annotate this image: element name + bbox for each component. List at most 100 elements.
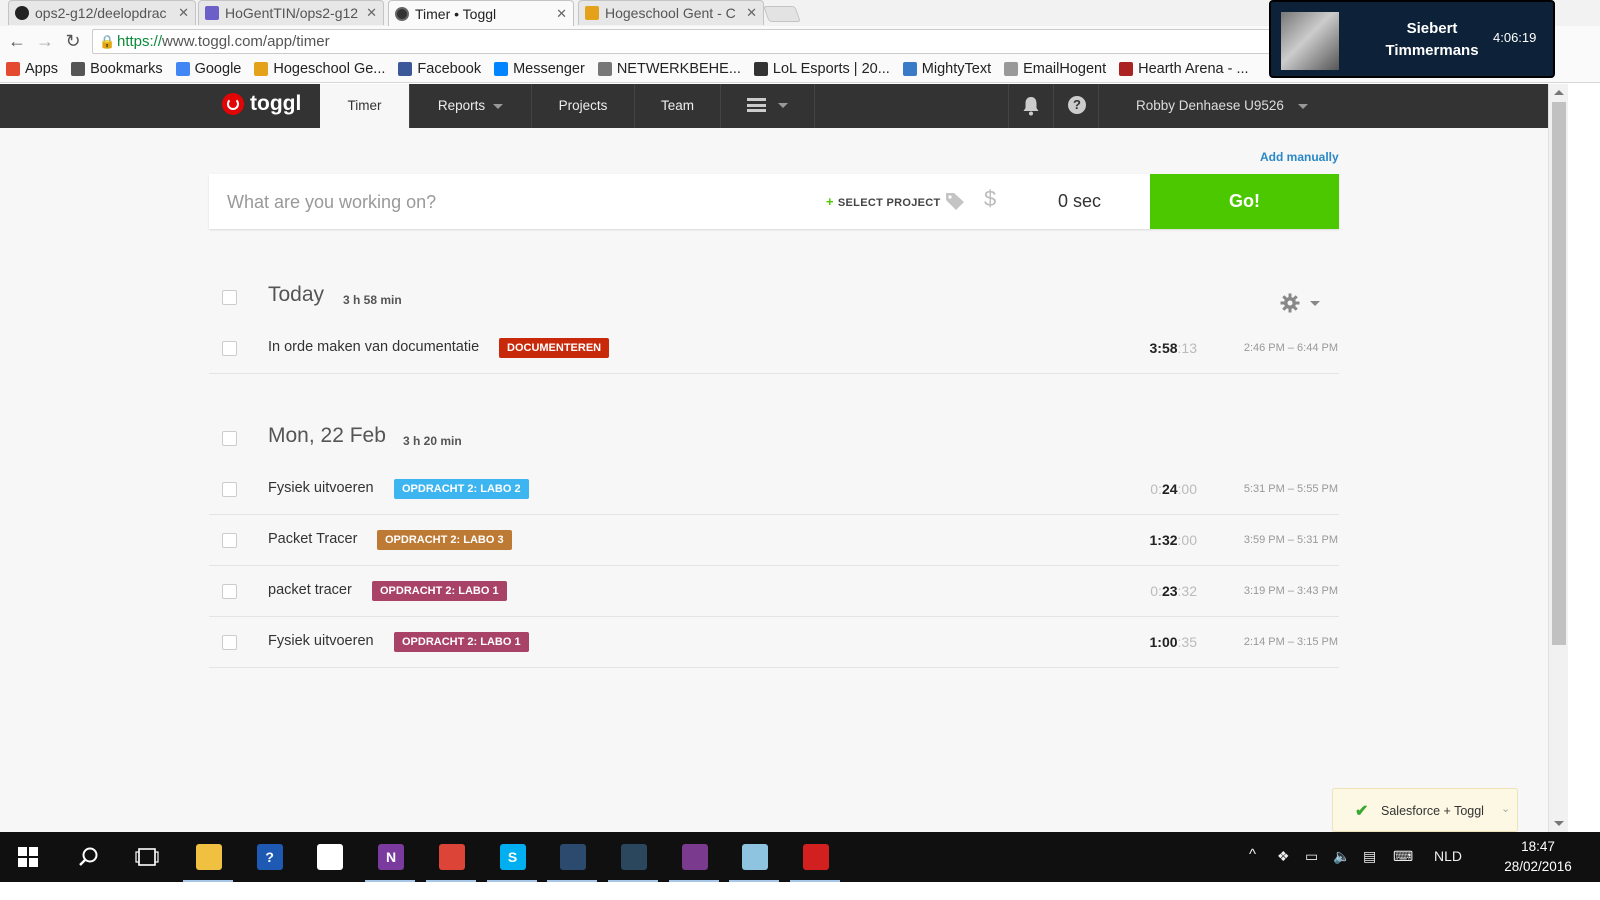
user-menu[interactable]: Robby Denhaese U9526 — [1136, 84, 1308, 128]
select-project-button[interactable]: + SELECT PROJECT — [826, 194, 941, 209]
nav-projects[interactable]: Projects — [531, 84, 634, 128]
windows-start-button[interactable] — [18, 847, 38, 867]
taskbar-app[interactable] — [423, 832, 479, 882]
browser-tab[interactable]: HoGentTIN/ops2-g12 ✕ — [198, 0, 384, 25]
language-indicator[interactable]: NLD — [1434, 848, 1462, 864]
group-checkbox[interactable] — [222, 431, 237, 446]
entry-description[interactable]: Fysiek uitvoeren — [268, 633, 374, 649]
time-entry-row[interactable]: packet tracer OPDRACHT 2: LABO 1 0:23:32 3:… — [209, 566, 1339, 617]
entry-description[interactable]: In orde maken van documentatie — [268, 339, 479, 355]
close-tab-icon[interactable]: ✕ — [556, 6, 567, 22]
back-arrow-icon[interactable]: ← — [6, 30, 28, 52]
entry-time-range[interactable]: 2:46 PM – 6:44 PM — [1244, 342, 1338, 354]
bookmark-item[interactable]: Hogeschool Ge... — [254, 61, 385, 77]
taskbar-app[interactable] — [605, 832, 661, 882]
entry-time-range[interactable]: 3:19 PM – 3:43 PM — [1244, 585, 1338, 597]
bookmark-item[interactable]: Messenger — [494, 61, 585, 77]
list-settings-button[interactable] — [1280, 292, 1320, 319]
entry-time-range[interactable]: 2:14 PM – 3:15 PM — [1244, 636, 1338, 648]
entry-description[interactable]: Packet Tracer — [268, 531, 357, 547]
tag-icon[interactable] — [943, 189, 967, 213]
forward-arrow-icon[interactable]: → — [34, 30, 56, 52]
nav-timer[interactable]: Timer — [320, 84, 409, 128]
bookmark-item[interactable]: LoL Esports | 20... — [753, 61, 890, 77]
chevron-up-icon[interactable]: ^ — [1249, 846, 1256, 863]
taskbar-app[interactable] — [726, 832, 782, 882]
taskbar-clock[interactable]: 18:47 28/02/2016 — [1498, 837, 1578, 877]
taskbar-app[interactable] — [544, 832, 600, 882]
taskbar-app[interactable] — [301, 832, 357, 882]
entry-checkbox[interactable] — [222, 584, 237, 599]
bookmark-item[interactable]: MightyText — [902, 61, 991, 77]
add-manually-link[interactable]: Add manually — [1260, 150, 1339, 164]
time-entry-row[interactable]: Packet Tracer OPDRACHT 2: LABO 3 1:32:00 3:… — [209, 515, 1339, 566]
bookmark-item[interactable]: Hearth Arena - ... — [1119, 61, 1249, 77]
entry-duration[interactable]: 1:32:00 — [1150, 532, 1198, 548]
nav-reports[interactable]: Reports — [409, 84, 531, 128]
scroll-up-icon[interactable] — [1554, 90, 1564, 95]
browser-tab[interactable]: ops2-g12/deelopdrac ✕ — [8, 0, 196, 25]
description-input[interactable] — [227, 189, 787, 215]
entry-checkbox[interactable] — [222, 341, 237, 356]
time-entry-row[interactable]: Fysiek uitvoeren OPDRACHT 2: LABO 1 1:00:3… — [209, 617, 1339, 668]
taskbar-app[interactable] — [180, 832, 236, 882]
entry-duration[interactable]: 3:58:13 — [1150, 340, 1198, 356]
notifications-button[interactable] — [1008, 84, 1053, 128]
entry-time-range[interactable]: 5:31 PM – 5:55 PM — [1244, 483, 1338, 495]
entry-checkbox[interactable] — [222, 635, 237, 650]
toggl-logo[interactable]: toggl — [222, 92, 301, 116]
dropbox-icon[interactable]: ❖ — [1277, 848, 1290, 865]
search-icon[interactable] — [78, 846, 100, 868]
help-button[interactable]: ? — [1053, 84, 1099, 128]
action-center-icon[interactable]: ▤ — [1363, 848, 1376, 865]
keyboard-icon[interactable]: ⌨ — [1393, 848, 1413, 865]
entry-project-tag[interactable]: OPDRACHT 2: LABO 3 — [377, 530, 512, 550]
timer-duration[interactable]: 0 sec — [1058, 191, 1101, 212]
caller-notification[interactable]: Siebert Timmermans 4:06:19 — [1269, 0, 1555, 78]
bookmark-item[interactable]: EmailHogent — [1004, 61, 1106, 77]
taskbar-app[interactable] — [666, 832, 722, 882]
address-bar[interactable]: 🔒 https://www.toggl.com/app/timer — [92, 29, 1292, 54]
task-view-icon[interactable] — [135, 847, 159, 867]
taskbar-app[interactable]: ? — [241, 832, 297, 882]
chevron-down-icon[interactable]: ⌄ — [1501, 802, 1510, 815]
entry-time-range[interactable]: 3:59 PM – 5:31 PM — [1244, 534, 1338, 546]
volume-icon[interactable]: 🔈 — [1333, 848, 1350, 865]
entry-checkbox[interactable] — [222, 533, 237, 548]
taskbar-app[interactable] — [787, 832, 843, 882]
entry-duration[interactable]: 0:23:32 — [1150, 583, 1197, 599]
reload-icon[interactable]: ↻ — [62, 30, 84, 52]
entry-project-tag[interactable]: OPDRACHT 2: LABO 1 — [394, 632, 529, 652]
bookmark-item[interactable]: NETWERKBEHE... — [597, 61, 741, 77]
nav-team[interactable]: Team — [634, 84, 720, 128]
group-checkbox[interactable] — [222, 290, 237, 305]
entry-description[interactable]: Fysiek uitvoeren — [268, 480, 374, 496]
time-entry-row[interactable]: Fysiek uitvoeren OPDRACHT 2: LABO 2 0:24:0… — [209, 464, 1339, 515]
taskbar-app[interactable]: N — [362, 832, 418, 882]
new-tab-button[interactable] — [763, 6, 801, 22]
bookmark-item[interactable]: Google — [175, 61, 241, 77]
bookmark-item[interactable]: Bookmarks — [71, 61, 163, 77]
entry-description[interactable]: packet tracer — [268, 582, 352, 598]
entry-checkbox[interactable] — [222, 482, 237, 497]
scroll-thumb[interactable] — [1552, 102, 1566, 645]
page-scrollbar[interactable] — [1548, 84, 1568, 832]
close-tab-icon[interactable]: ✕ — [178, 5, 189, 21]
entry-project-tag[interactable]: OPDRACHT 2: LABO 2 — [394, 479, 529, 499]
entry-project-tag[interactable]: OPDRACHT 2: LABO 1 — [372, 581, 507, 601]
close-tab-icon[interactable]: ✕ — [746, 5, 757, 21]
battery-icon[interactable]: ▭ — [1305, 848, 1318, 865]
salesforce-toast[interactable]: ✔ Salesforce + Toggl ⌄ — [1332, 788, 1518, 832]
taskbar-app[interactable]: S — [484, 832, 540, 882]
bookmark-item[interactable]: Apps — [6, 61, 58, 77]
close-tab-icon[interactable]: ✕ — [366, 5, 377, 21]
scroll-down-icon[interactable] — [1554, 821, 1564, 826]
go-button[interactable]: Go! — [1150, 174, 1339, 229]
entry-duration[interactable]: 0:24:00 — [1150, 481, 1197, 497]
billable-dollar-icon[interactable]: $ — [984, 186, 996, 212]
time-entry-row[interactable]: In orde maken van documentatie DOCUMENTER… — [209, 323, 1339, 374]
browser-tab[interactable]: Hogeschool Gent - C ✕ — [578, 0, 764, 25]
entry-duration[interactable]: 1:00:35 — [1150, 634, 1198, 650]
bookmark-item[interactable]: Facebook — [398, 61, 481, 77]
more-menu-button[interactable] — [720, 84, 815, 128]
